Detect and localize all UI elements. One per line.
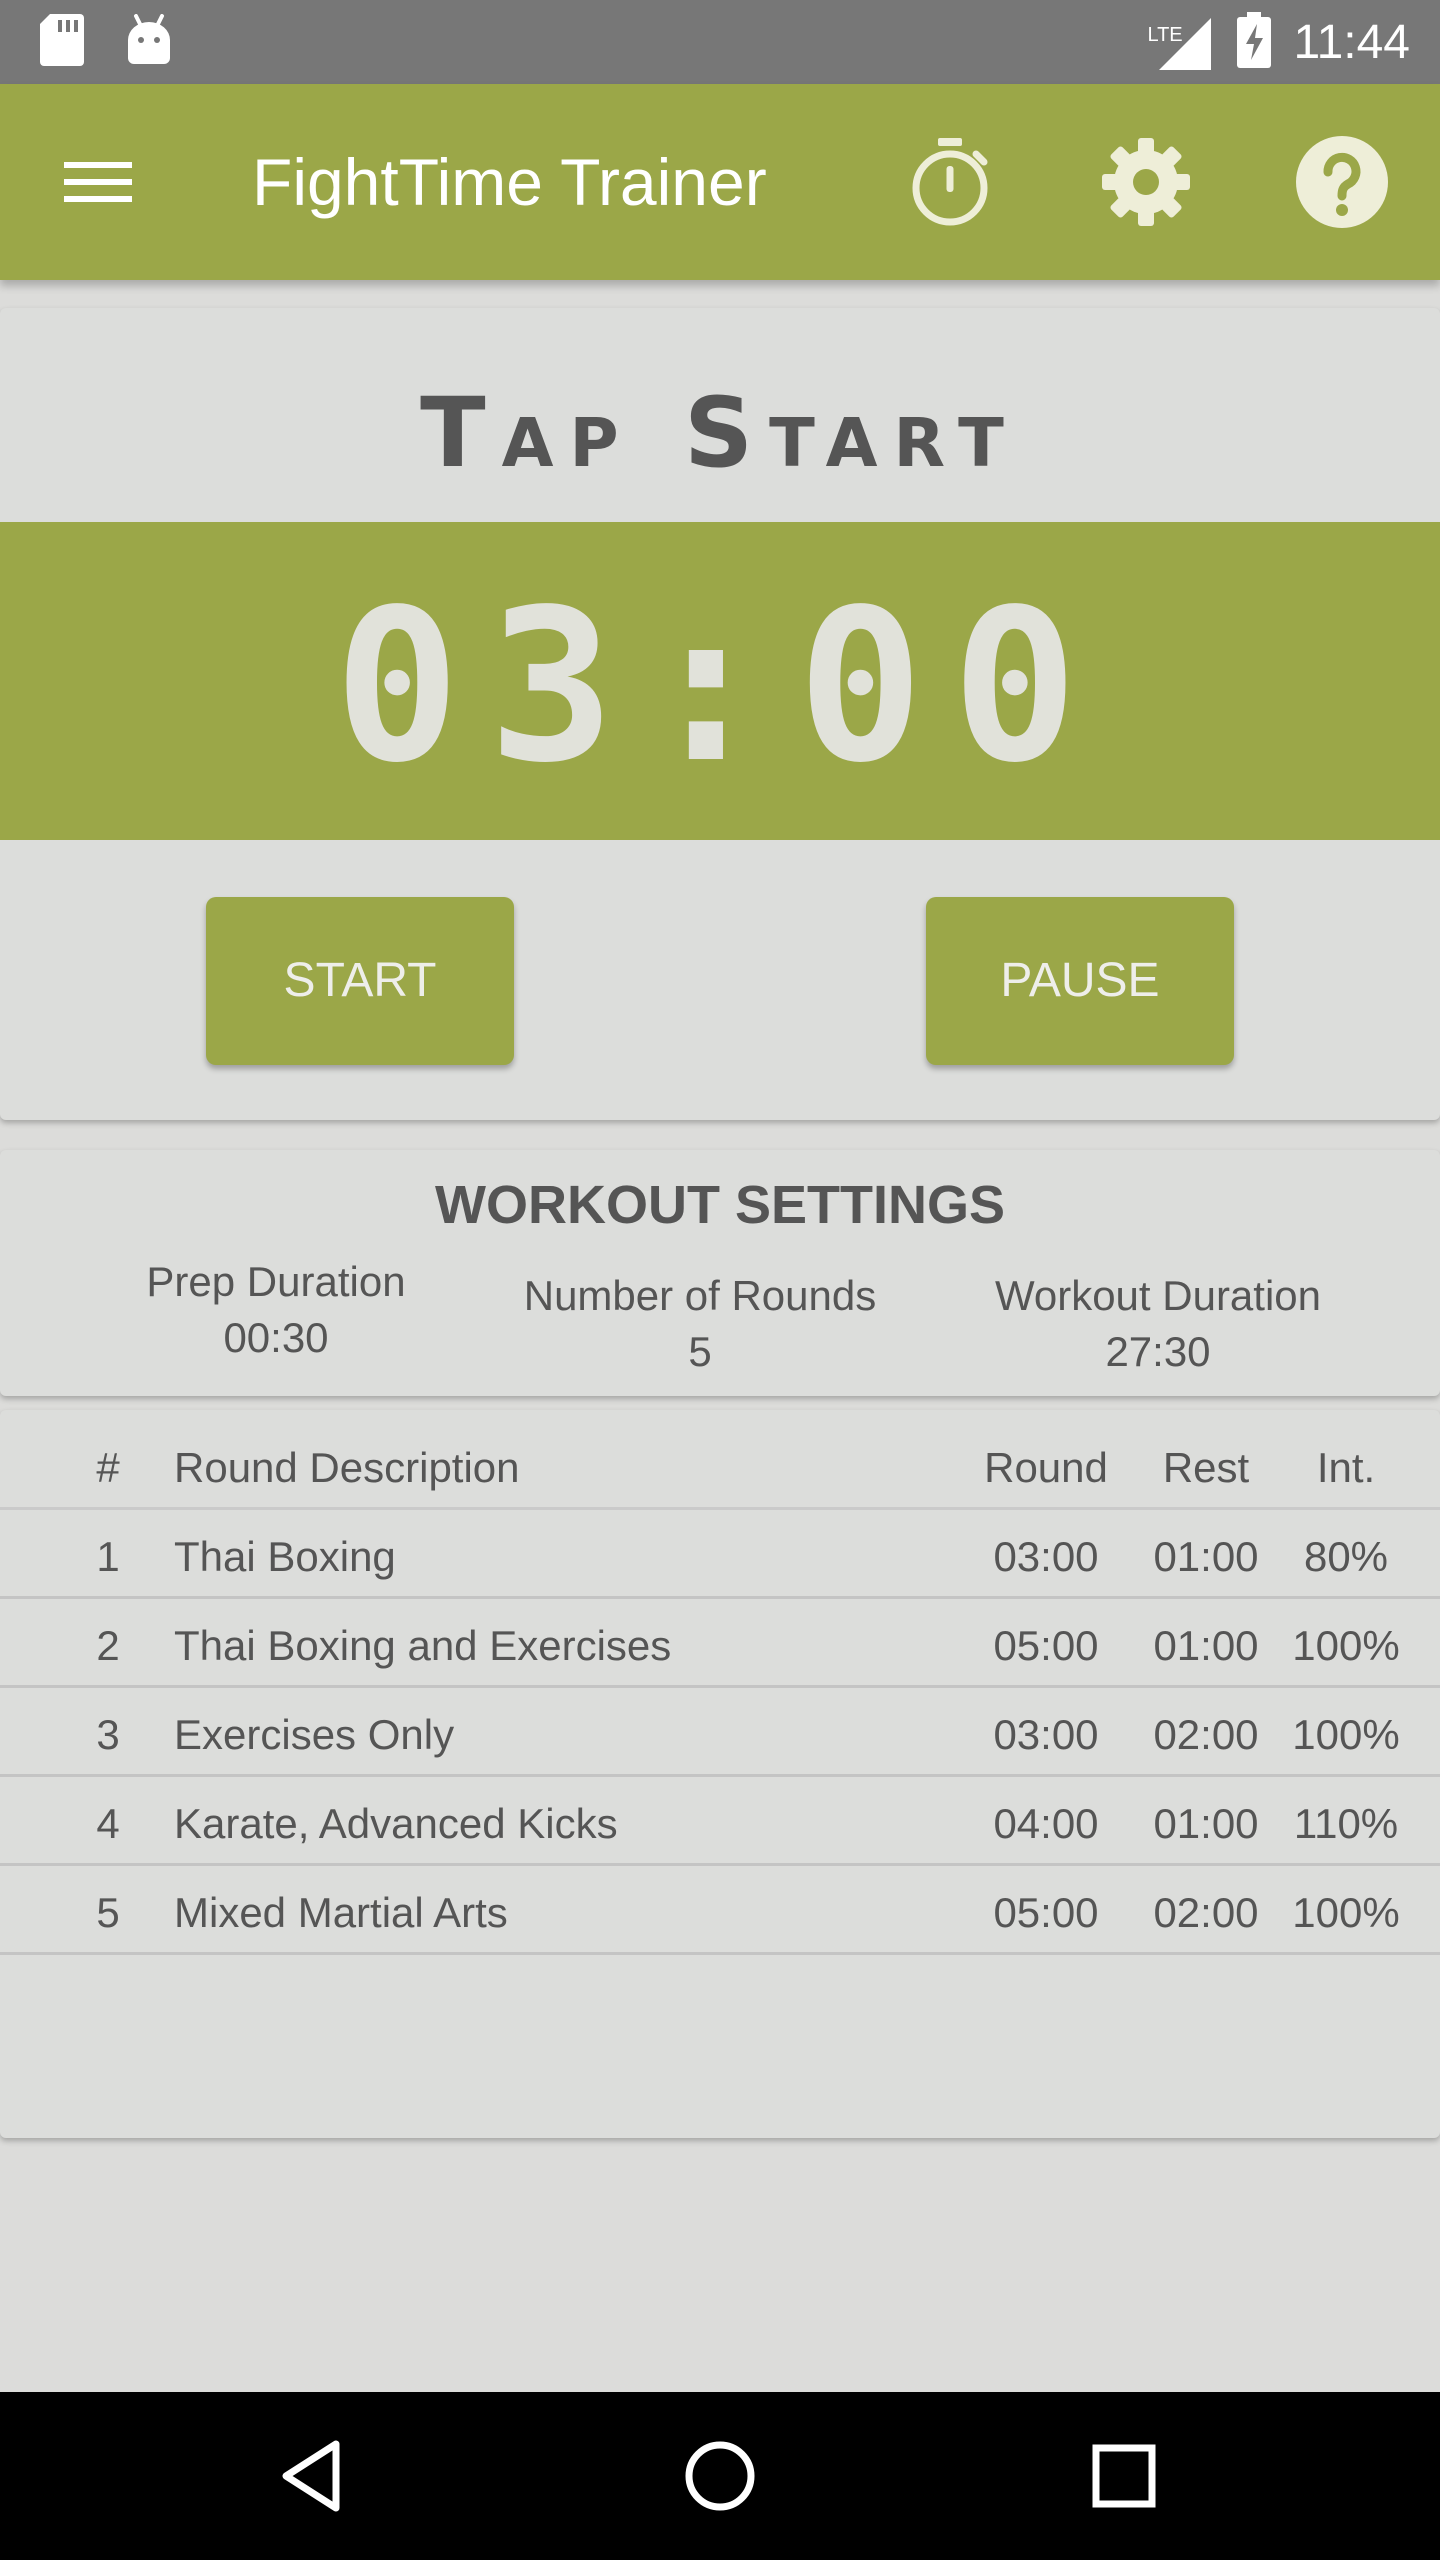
recents-icon[interactable] xyxy=(1082,2434,1166,2518)
stopwatch-icon[interactable] xyxy=(902,134,998,230)
round-intensity: 100% xyxy=(1292,1711,1400,1758)
round-number: 1 xyxy=(96,1533,120,1580)
prep-duration-value: 00:30 xyxy=(223,1314,329,1361)
number-of-rounds: Number of Rounds 5 xyxy=(500,1268,900,1380)
round-number: 5 xyxy=(96,1889,120,1936)
status-indicators: LTE 11:44 xyxy=(1147,0,1410,84)
battery-charging-icon xyxy=(1237,11,1272,73)
round-number: 4 xyxy=(96,1800,120,1847)
prep-duration: Prep Duration 00:30 xyxy=(96,1254,456,1366)
timer-status-text: Tap Start xyxy=(420,377,1020,489)
round-number: 3 xyxy=(96,1711,120,1758)
header-intensity: Int. xyxy=(1316,1444,1376,1491)
round-description: Exercises Only xyxy=(174,1711,455,1758)
round-intensity: 110% xyxy=(1293,1800,1399,1847)
round-description: Mixed Martial Arts xyxy=(174,1889,508,1936)
workout-duration-value: 27:30 xyxy=(1105,1328,1211,1375)
home-icon[interactable] xyxy=(678,2434,762,2518)
rounds-table-header: # Round Description Round Rest Int. xyxy=(0,1410,1440,1510)
workout-settings-title: WORKOUT SETTINGS xyxy=(435,1175,1005,1235)
number-of-rounds-label: Number of Rounds xyxy=(523,1272,877,1319)
status-notifications xyxy=(40,14,172,71)
round-description: Karate, Advanced Kicks xyxy=(174,1800,618,1847)
round-row[interactable]: 2 Thai Boxing and Exercises 05:00 01:00 … xyxy=(0,1599,1440,1688)
help-icon[interactable] xyxy=(1294,134,1390,230)
header-round: Round xyxy=(984,1444,1108,1491)
rest-duration: 02:00 xyxy=(1153,1711,1259,1758)
pause-button[interactable]: PAUSE xyxy=(926,897,1234,1065)
round-duration: 04:00 xyxy=(993,1800,1099,1847)
header-number: # xyxy=(96,1444,120,1491)
timer-display: 03:00 xyxy=(333,564,1107,809)
workout-duration: Workout Duration 27:30 xyxy=(960,1268,1356,1380)
android-icon xyxy=(126,14,172,71)
rest-duration: 01:00 xyxy=(1153,1533,1259,1580)
prep-duration-label: Prep Duration xyxy=(146,1258,406,1305)
round-duration: 05:00 xyxy=(993,1622,1099,1669)
round-row[interactable]: 3 Exercises Only 03:00 02:00 100% xyxy=(0,1688,1440,1777)
workout-settings-card[interactable]: WORKOUT SETTINGS Prep Duration 00:30 Num… xyxy=(0,1150,1440,1396)
round-duration: 03:00 xyxy=(993,1711,1099,1758)
timer-card: Tap Start 03:00 START PAUSE xyxy=(0,308,1440,1120)
round-row[interactable]: 4 Karate, Advanced Kicks 04:00 01:00 110… xyxy=(0,1777,1440,1866)
round-row[interactable]: 5 Mixed Martial Arts 05:00 02:00 100% xyxy=(0,1866,1440,1955)
round-number: 2 xyxy=(96,1622,120,1669)
app-bar: FightTime Trainer xyxy=(0,84,1440,280)
number-of-rounds-value: 5 xyxy=(688,1328,712,1375)
round-row[interactable]: 1 Thai Boxing 03:00 01:00 80% xyxy=(0,1510,1440,1599)
round-duration: 03:00 xyxy=(993,1533,1099,1580)
navigation-bar xyxy=(0,2392,1440,2560)
round-intensity: 80% xyxy=(1303,1533,1389,1580)
header-rest: Rest xyxy=(1162,1444,1250,1491)
round-description: Thai Boxing xyxy=(174,1533,396,1580)
round-duration: 05:00 xyxy=(993,1889,1099,1936)
rest-duration: 01:00 xyxy=(1153,1622,1259,1669)
round-intensity: 100% xyxy=(1292,1889,1400,1936)
status-bar: LTE 11:44 xyxy=(0,0,1440,84)
header-description: Round Description xyxy=(174,1444,520,1491)
timer-band: 03:00 xyxy=(0,522,1440,840)
rest-duration: 01:00 xyxy=(1153,1800,1259,1847)
menu-icon[interactable] xyxy=(50,134,146,230)
app-title: FightTime Trainer xyxy=(252,145,767,219)
workout-duration-label: Workout Duration xyxy=(994,1272,1322,1319)
rounds-card: # Round Description Round Rest Int. 1 Th… xyxy=(0,1410,1440,2138)
round-description: Thai Boxing and Exercises xyxy=(174,1622,672,1669)
back-icon[interactable] xyxy=(274,2434,358,2518)
clock: 11:44 xyxy=(1293,15,1410,69)
gear-icon[interactable] xyxy=(1098,134,1194,230)
signal-icon: LTE xyxy=(1147,12,1215,72)
rest-duration: 02:00 xyxy=(1153,1889,1259,1936)
start-button[interactable]: START xyxy=(206,897,514,1065)
round-intensity: 100% xyxy=(1292,1622,1400,1669)
sd-card-icon xyxy=(40,14,84,71)
